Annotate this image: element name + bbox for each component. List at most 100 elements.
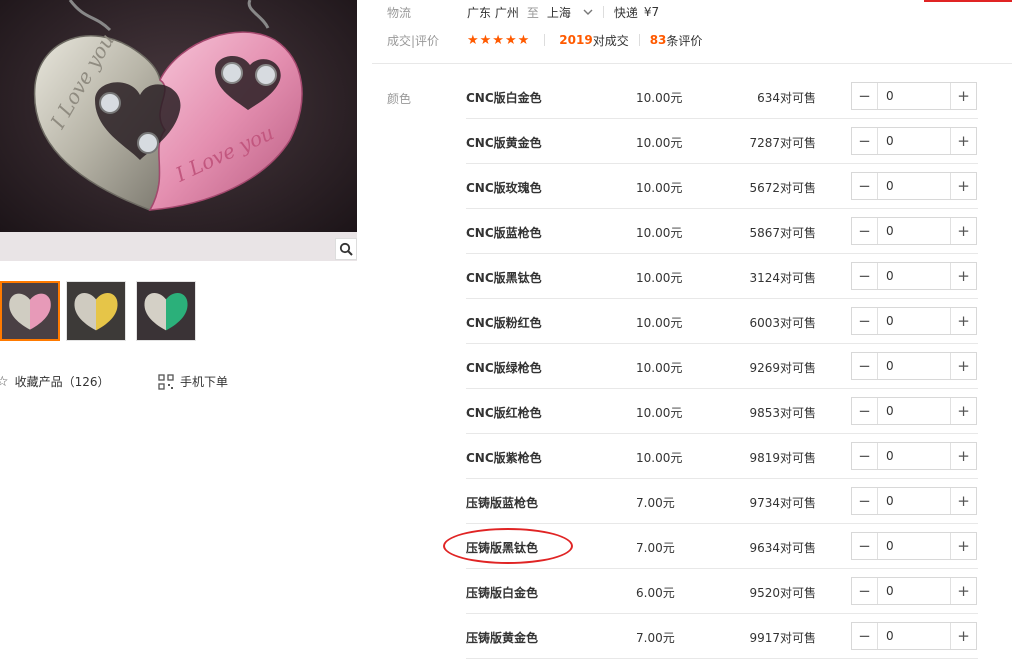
divider xyxy=(602,6,604,18)
quantity-stepper: −0 + xyxy=(851,352,977,380)
sku-stock: 5867对可售 xyxy=(749,226,816,240)
logistics-label: 物流 xyxy=(387,5,412,20)
plus-icon[interactable]: + xyxy=(951,578,976,604)
plus-icon[interactable]: + xyxy=(951,218,976,244)
minus-icon[interactable]: − xyxy=(852,353,877,379)
color-label: 颜色 xyxy=(387,92,412,106)
sku-row: 压铸版蓝枪色 7.00元 9734对可售 −0 + xyxy=(466,479,978,524)
plus-icon[interactable]: + xyxy=(951,398,976,424)
sku-list: CNC版白金色 10.00元 634对可售 −0 + CNC版黄金色 10.00元 7287对… xyxy=(466,74,978,659)
sku-name: 压铸版白金色 xyxy=(466,586,539,600)
review-count[interactable]: 83 xyxy=(650,33,667,47)
minus-icon[interactable]: − xyxy=(852,488,877,514)
logistics-origin: 广东 广州 xyxy=(467,5,519,20)
divider xyxy=(638,34,640,46)
thumbnail-3[interactable] xyxy=(136,281,196,341)
quantity-input[interactable]: 0 xyxy=(877,443,951,469)
quantity-input[interactable]: 0 xyxy=(877,488,951,514)
quantity-stepper: −0 + xyxy=(851,397,977,425)
quantity-input[interactable]: 0 xyxy=(877,218,951,244)
minus-icon[interactable]: − xyxy=(852,218,877,244)
thumbnail-1[interactable] xyxy=(0,281,60,341)
review-unit[interactable]: 条评价 xyxy=(666,32,702,49)
thumb-pink-heart-image xyxy=(2,283,58,339)
minus-icon[interactable]: − xyxy=(852,533,877,559)
sku-price: 10.00元 xyxy=(636,136,683,150)
favorite-label: 收藏产品（126） xyxy=(14,375,110,389)
sku-stock: 9819对可售 xyxy=(749,451,816,465)
sku-price: 6.00元 xyxy=(636,586,675,600)
zoom-button[interactable] xyxy=(335,238,357,260)
sku-price: 7.00元 xyxy=(636,496,675,510)
magnifier-icon xyxy=(339,242,353,256)
minus-icon[interactable]: − xyxy=(852,398,877,424)
sku-name: CNC版紫枪色 xyxy=(466,451,542,465)
plus-icon[interactable]: + xyxy=(951,128,976,154)
sku-name: CNC版玫瑰色 xyxy=(466,181,542,195)
minus-icon[interactable]: − xyxy=(852,128,877,154)
sku-row: CNC版蓝枪色 10.00元 5867对可售 −0 + xyxy=(466,209,978,254)
thumbnail-2[interactable] xyxy=(66,281,126,341)
star-outline-icon: ☆ xyxy=(0,373,9,390)
quantity-stepper: −0 + xyxy=(851,172,977,200)
plus-icon[interactable]: + xyxy=(951,308,976,334)
sku-price: 10.00元 xyxy=(636,91,683,105)
plus-icon[interactable]: + xyxy=(951,173,976,199)
minus-icon[interactable]: − xyxy=(852,443,877,469)
product-detail-panel: 物流 广东 广州 至 上海 快递 ¥7 成交|评价 ★★★★★ 2019 对成交… xyxy=(372,0,1012,664)
minus-icon[interactable]: − xyxy=(852,173,877,199)
minus-icon[interactable]: − xyxy=(852,308,877,334)
sku-name: 压铸版蓝枪色 xyxy=(466,496,539,510)
mobile-order-button[interactable]: 手机下单 xyxy=(158,373,228,390)
plus-icon[interactable]: + xyxy=(951,353,976,379)
sku-row: 压铸版白金色 6.00元 9520对可售 −0 + xyxy=(466,569,978,614)
plus-icon[interactable]: + xyxy=(951,623,976,649)
heart-pendant-image: I Love you I Love you xyxy=(0,0,357,261)
main-product-image[interactable]: I Love you I Love you xyxy=(0,0,357,261)
quantity-input[interactable]: 0 xyxy=(877,308,951,334)
quantity-input[interactable]: 0 xyxy=(877,128,951,154)
sku-name: 压铸版黄金色 xyxy=(466,631,539,645)
sku-row: 压铸版黄金色 7.00元 9917对可售 −0 + xyxy=(466,614,978,659)
plus-icon[interactable]: + xyxy=(951,488,976,514)
minus-icon[interactable]: − xyxy=(852,578,877,604)
quantity-input[interactable]: 0 xyxy=(877,83,951,109)
minus-icon[interactable]: − xyxy=(852,623,877,649)
minus-icon[interactable]: − xyxy=(852,83,877,109)
sku-price: 7.00元 xyxy=(636,541,675,555)
sku-price: 10.00元 xyxy=(636,451,683,465)
thumb-gold-heart-image xyxy=(67,282,125,340)
minus-icon[interactable]: − xyxy=(852,263,877,289)
quantity-input[interactable]: 0 xyxy=(877,398,951,424)
chevron-down-icon xyxy=(583,9,593,15)
quantity-input[interactable]: 0 xyxy=(877,533,951,559)
quantity-input[interactable]: 0 xyxy=(877,578,951,604)
quantity-input[interactable]: 0 xyxy=(877,263,951,289)
plus-icon[interactable]: + xyxy=(951,263,976,289)
plus-icon[interactable]: + xyxy=(951,533,976,559)
sku-stock: 9634对可售 xyxy=(749,541,816,555)
shipping-method: 快递 xyxy=(613,5,638,20)
quantity-input[interactable]: 0 xyxy=(877,353,951,379)
plus-icon[interactable]: + xyxy=(951,443,976,469)
plus-icon[interactable]: + xyxy=(951,83,976,109)
sku-name: CNC版白金色 xyxy=(466,91,542,105)
sku-stock: 7287对可售 xyxy=(749,136,816,150)
sku-row: CNC版粉红色 10.00元 6003对可售 −0 + xyxy=(466,299,978,344)
sku-stock: 634对可售 xyxy=(757,91,816,105)
sku-name: 压铸版黑钛色 xyxy=(466,541,539,555)
quantity-input[interactable]: 0 xyxy=(877,623,951,649)
destination-select[interactable]: 上海 xyxy=(547,4,593,21)
sku-price: 10.00元 xyxy=(636,226,683,240)
sku-name: CNC版黑钛色 xyxy=(466,271,542,285)
sku-name: CNC版蓝枪色 xyxy=(466,226,542,240)
quantity-stepper: −0 + xyxy=(851,577,977,605)
sku-price: 10.00元 xyxy=(636,361,683,375)
sku-row: CNC版白金色 10.00元 634对可售 −0 + xyxy=(466,74,978,119)
quantity-stepper: −0 + xyxy=(851,217,977,245)
sku-stock: 3124对可售 xyxy=(749,271,816,285)
favorite-product-button[interactable]: ☆ 收藏产品（126） xyxy=(0,373,109,390)
logistics-to: 至 xyxy=(526,5,539,20)
sold-count: 2019 xyxy=(559,33,593,47)
quantity-input[interactable]: 0 xyxy=(877,173,951,199)
